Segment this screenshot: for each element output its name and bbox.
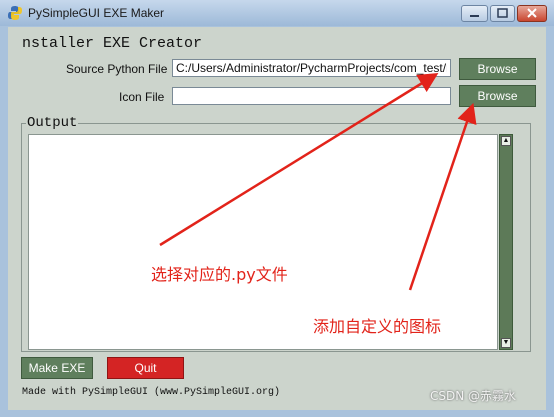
watermark: CSDN @赤霧水 [430, 389, 517, 403]
app-window: PySimpleGUI EXE Maker nstaller EXE Creat… [0, 0, 554, 417]
python-logo-icon [8, 6, 22, 20]
footer-credit: Made with PySimpleGUI (www.PySimpleGUI.o… [22, 387, 281, 398]
maximize-icon [497, 8, 508, 18]
minimize-button[interactable] [461, 5, 488, 22]
browse-source-button[interactable]: Browse [459, 58, 536, 80]
scroll-up-icon[interactable]: ▲ [501, 136, 511, 146]
page-title: nstaller EXE Creator [22, 35, 203, 52]
annotation-add-icon: 添加自定义的图标 [313, 317, 442, 336]
minimize-icon [470, 15, 479, 17]
close-button[interactable] [517, 5, 547, 22]
quit-button[interactable]: Quit [107, 357, 184, 379]
browse-icon-button[interactable]: Browse [459, 85, 536, 107]
scroll-down-icon[interactable]: ▼ [501, 338, 511, 348]
output-frame-title: Output [26, 115, 79, 131]
output-frame: Output ▲ ▼ [21, 115, 531, 352]
make-exe-button[interactable]: Make EXE [21, 357, 93, 379]
icon-file-input[interactable] [172, 87, 451, 105]
close-icon [527, 8, 537, 18]
window-client-area: nstaller EXE Creator Source Python File … [8, 27, 546, 410]
annotation-select-file: 选择对应的.py文件 [151, 265, 288, 284]
title-bar[interactable]: PySimpleGUI EXE Maker [0, 0, 554, 26]
source-file-input[interactable] [172, 59, 451, 77]
icon-file-label: Icon File [119, 90, 165, 104]
maximize-button[interactable] [490, 5, 515, 22]
output-scrollbar[interactable]: ▲ ▼ [499, 134, 513, 350]
source-file-label: Source Python File [66, 62, 168, 76]
window-title: PySimpleGUI EXE Maker [28, 6, 165, 20]
